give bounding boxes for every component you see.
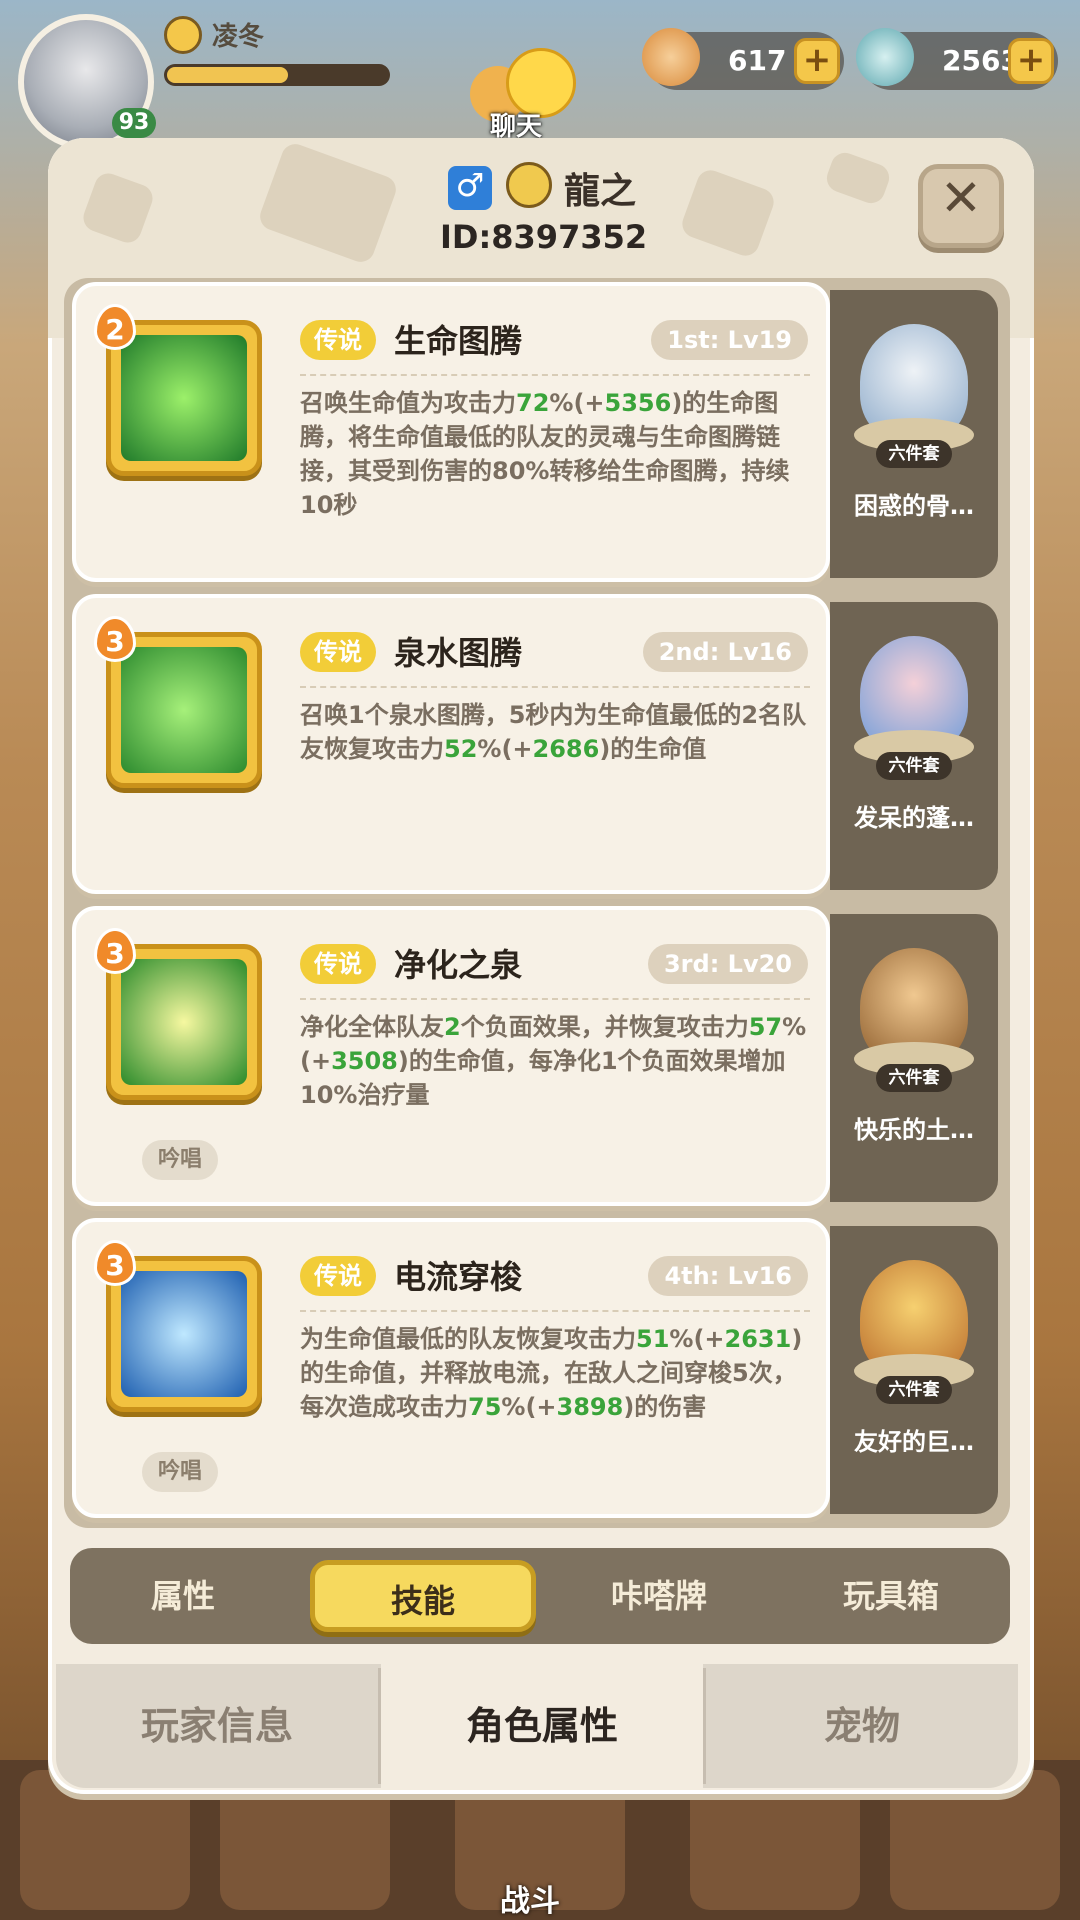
- tab-toybox[interactable]: 玩具箱: [778, 1560, 1004, 1632]
- pet-card[interactable]: 六件套 发呆的蓬…: [830, 602, 998, 890]
- skill-name: 泉水图腾: [394, 634, 523, 672]
- exp-bar: [164, 64, 390, 86]
- lightning-shuttle-icon: [121, 1271, 247, 1397]
- add-shells-button[interactable]: +: [794, 38, 840, 84]
- player-name: 凌冬: [212, 22, 265, 52]
- sub-tab-bar: 属性 技能 咔嗒牌 玩具箱: [70, 1548, 1010, 1644]
- skill-tier-badge: 3: [94, 928, 136, 974]
- purify-spring-icon: [121, 959, 247, 1085]
- shell-icon: [642, 28, 700, 86]
- tab-player-info[interactable]: 玩家信息: [56, 1664, 378, 1788]
- currency-shells-value: 617: [728, 44, 787, 77]
- chant-tag: 吟唱: [142, 1140, 219, 1180]
- skill-description: 为生命值最低的队友恢复攻击力51%(+2631)的生命值，并释放电流，在敌人之间…: [300, 1325, 803, 1421]
- tab-cards[interactable]: 咔嗒牌: [546, 1560, 772, 1632]
- life-totem-icon: [121, 335, 247, 461]
- set-badge: 六件套: [876, 1376, 952, 1404]
- pet-name: 发呆的蓬…: [854, 804, 974, 832]
- skill-name: 生命图腾: [394, 322, 523, 360]
- rarity-badge: 传说: [300, 944, 376, 984]
- skill-name: 电流穿梭: [394, 1258, 523, 1296]
- player-level-badge: 93: [112, 108, 156, 138]
- skill-tier-badge: 3: [94, 616, 136, 662]
- tab-skills[interactable]: 技能: [310, 1560, 536, 1632]
- skill-card[interactable]: 3 传说 电流穿梭 4th: Lv16 为生命值最低的队友恢复攻击力51%(+2…: [72, 1218, 830, 1518]
- currency-shells: 617 +: [642, 28, 844, 90]
- divider: [300, 686, 810, 688]
- skill-rank: 3rd: Lv20: [647, 944, 808, 984]
- profile-name: 龍之: [564, 171, 637, 212]
- tab-attributes[interactable]: 属性: [70, 1560, 296, 1632]
- close-button[interactable]: ✕: [918, 164, 1004, 248]
- skill-card[interactable]: 3 传说 净化之泉 3rd: Lv20 净化全体队友2个负面效果，并恢复攻击力5…: [72, 906, 830, 1206]
- pet-card[interactable]: 六件套 困惑的骨…: [830, 290, 998, 578]
- gem-icon: [856, 28, 914, 86]
- pet-name: 困惑的骨…: [854, 492, 974, 520]
- skill-rank: 1st: Lv19: [651, 320, 808, 360]
- rarity-badge: 传说: [300, 1256, 376, 1296]
- main-tab-bar: 玩家信息 角色属性 宠物: [56, 1664, 1018, 1788]
- exp-bar-fill: [167, 67, 288, 83]
- spring-totem-icon: [121, 647, 247, 773]
- set-badge: 六件套: [876, 1064, 952, 1092]
- profile-id: ID:8397352: [440, 218, 648, 256]
- skill-tier-badge: 3: [94, 1240, 136, 1286]
- divider: [300, 374, 810, 376]
- pet-card[interactable]: 六件套 快乐的土…: [830, 914, 998, 1202]
- skill-rank: 2nd: Lv16: [642, 632, 808, 672]
- rank-emblem-icon: [164, 16, 202, 54]
- divider: [300, 998, 810, 1000]
- skill-name: 净化之泉: [394, 946, 523, 984]
- skill-rank: 4th: Lv16: [648, 1256, 808, 1296]
- skill-card[interactable]: 2 传说 生命图腾 1st: Lv19 召唤生命值为攻击力72%(+5356)的…: [72, 282, 830, 582]
- pet-name: 快乐的土…: [854, 1116, 974, 1144]
- set-badge: 六件套: [876, 440, 952, 468]
- tab-pets[interactable]: 宠物: [706, 1664, 1018, 1788]
- rarity-badge: 传说: [300, 632, 376, 672]
- skill-tier-badge: 2: [94, 304, 136, 350]
- skill-description: 召唤1个泉水图腾，5秒内为生命值最低的2名队友恢复攻击力52%(+2686)的生…: [300, 701, 807, 763]
- set-badge: 六件套: [876, 752, 952, 780]
- close-icon: ✕: [940, 169, 982, 227]
- divider: [300, 1310, 810, 1312]
- tab-character-attributes[interactable]: 角色属性: [381, 1664, 703, 1788]
- pet-card[interactable]: 六件套 友好的巨…: [830, 1226, 998, 1514]
- skill-description: 净化全体队友2个负面效果，并恢复攻击力57%(+3508)的生命值，每净化1个负…: [300, 1013, 807, 1109]
- pet-name: 友好的巨…: [854, 1428, 974, 1456]
- chant-tag: 吟唱: [142, 1452, 219, 1492]
- currency-gems: 2563 +: [856, 28, 1058, 90]
- male-icon: ♂: [448, 166, 492, 210]
- skill-card[interactable]: 3 传说 泉水图腾 2nd: Lv16 召唤1个泉水图腾，5秒内为生命值最低的2…: [72, 594, 830, 894]
- skill-description: 召唤生命值为攻击力72%(+5356)的生命图腾，将生命值最低的队友的灵魂与生命…: [300, 389, 790, 519]
- rarity-badge: 传说: [300, 320, 376, 360]
- add-gems-button[interactable]: +: [1008, 38, 1054, 84]
- rank-emblem-icon: [506, 162, 552, 208]
- battle-label: 战斗: [500, 1884, 560, 1919]
